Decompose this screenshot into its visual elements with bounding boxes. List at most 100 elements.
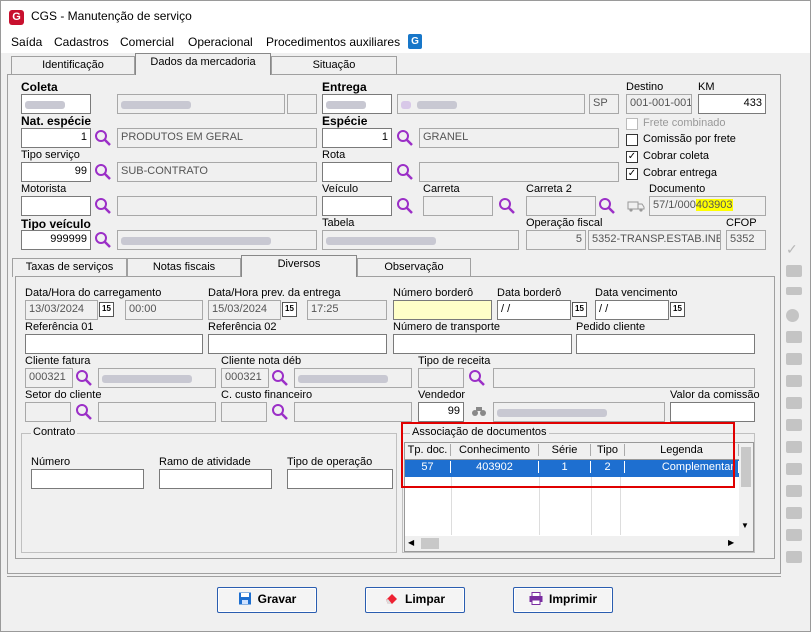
ciot-icon[interactable]: [786, 287, 802, 295]
gravar-button[interactable]: Gravar: [217, 587, 317, 613]
motorista-code-input[interactable]: [21, 196, 91, 216]
tipo-operacao-input[interactable]: [287, 469, 393, 489]
tab-observacao[interactable]: Observação: [357, 258, 471, 277]
puzzle-icon[interactable]: [786, 441, 802, 453]
gear-icon[interactable]: [786, 551, 802, 563]
coleta-code-input[interactable]: [21, 94, 91, 114]
tipo-veiculo-code-input[interactable]: 999999: [21, 230, 91, 250]
tipo-servico-code-input[interactable]: 99: [21, 162, 91, 182]
tab-identificacao[interactable]: Identificação: [11, 56, 135, 75]
search-icon[interactable]: [75, 403, 93, 421]
scroll-left-icon[interactable]: ◀: [408, 538, 414, 547]
layers-icon[interactable]: [786, 529, 802, 541]
horizontal-scrollbar[interactable]: [405, 536, 753, 551]
tipo-receita-desc-field: [493, 368, 755, 388]
comissao-frete-checkbox[interactable]: [626, 134, 638, 146]
documento-label: Documento: [649, 183, 706, 195]
menu-comercial[interactable]: Comercial: [120, 35, 174, 49]
toolbar-icon[interactable]: [786, 265, 802, 277]
circle-icon[interactable]: [786, 309, 799, 322]
rota-code-input[interactable]: [322, 162, 392, 182]
tabela-label: Tabela: [322, 217, 355, 229]
search-icon[interactable]: [498, 197, 516, 215]
km-label: KM: [698, 81, 715, 93]
scroll-right-icon[interactable]: ▶: [728, 538, 734, 547]
numero-bordero-input[interactable]: [393, 300, 492, 320]
search-icon[interactable]: [396, 163, 414, 181]
dt-carregamento-label: Data/Hora do carregamento: [25, 287, 162, 299]
tipo-receita-code-field: [418, 368, 464, 388]
copy-icon[interactable]: [786, 375, 802, 387]
calendar-icon[interactable]: 15: [99, 302, 114, 317]
setor-cliente-label: Setor do cliente: [25, 389, 102, 401]
calendar-icon[interactable]: 15: [572, 302, 587, 317]
imprimir-button[interactable]: Imprimir: [513, 587, 613, 613]
hand-icon[interactable]: [786, 397, 802, 409]
veiculo-input[interactable]: [322, 196, 392, 216]
menu-saida[interactable]: Saída: [11, 35, 42, 49]
search-icon[interactable]: [396, 197, 414, 215]
stack-icon[interactable]: [786, 419, 802, 431]
search-icon[interactable]: [94, 197, 112, 215]
especie-code-input[interactable]: 1: [322, 128, 392, 148]
search-icon[interactable]: [396, 129, 414, 147]
data-bordero-input[interactable]: / /: [497, 300, 571, 320]
pedido-cliente-input[interactable]: [576, 334, 755, 354]
km-input[interactable]: 433: [698, 94, 766, 114]
tab-diversos[interactable]: Diversos: [241, 255, 357, 277]
vendedor-code-input[interactable]: 99: [418, 402, 464, 422]
calendar-icon[interactable]: 15: [282, 302, 297, 317]
settings-icon[interactable]: [786, 463, 802, 475]
search-icon[interactable]: [271, 369, 289, 387]
binoculars-icon[interactable]: [471, 404, 487, 418]
menu-procedimentos[interactable]: Procedimentos auxiliares: [266, 35, 400, 49]
eraser-icon: [385, 590, 399, 604]
search-icon[interactable]: [94, 129, 112, 147]
menu-cadastros[interactable]: Cadastros: [54, 35, 109, 49]
truck-side-icon[interactable]: [786, 485, 802, 497]
referencia01-input[interactable]: [25, 334, 203, 354]
search-icon[interactable]: [598, 197, 616, 215]
numero-transporte-input[interactable]: [393, 334, 572, 354]
tab-notas-fiscais[interactable]: Notas fiscais: [127, 258, 241, 277]
search-icon[interactable]: [75, 369, 93, 387]
search-icon[interactable]: [94, 163, 112, 181]
custo-financeiro-code-field: [221, 402, 267, 422]
entrega-name-field: [397, 94, 585, 114]
tag-icon[interactable]: [786, 331, 802, 343]
tab-dados-mercadoria[interactable]: Dados da mercadoria: [135, 53, 271, 75]
divider: [7, 576, 781, 577]
calendar-icon[interactable]: 15: [670, 302, 685, 317]
cfop-label: CFOP: [726, 217, 757, 229]
cobrar-entrega-checkbox[interactable]: ✓: [626, 168, 638, 180]
entrega-label: Entrega: [322, 80, 367, 94]
tab-situacao[interactable]: Situação: [271, 56, 397, 75]
menu-operacional[interactable]: Operacional: [188, 35, 253, 49]
tab-taxas-servicos[interactable]: Taxas de serviços: [12, 258, 127, 277]
especie-desc-field: GRANEL: [419, 128, 619, 148]
nat-especie-code-input[interactable]: 1: [21, 128, 91, 148]
cobrar-coleta-checkbox[interactable]: ✓: [626, 151, 638, 163]
entrega-code-input[interactable]: [322, 94, 392, 114]
tipo-operacao-label: Tipo de operação: [287, 456, 373, 468]
valor-comissao-input[interactable]: [670, 402, 755, 422]
arrow-doc-icon[interactable]: [786, 353, 802, 365]
book-icon[interactable]: [786, 507, 802, 519]
contrato-numero-input[interactable]: [31, 469, 144, 489]
limpar-button[interactable]: Limpar: [365, 587, 465, 613]
scroll-thumb[interactable]: [741, 447, 751, 487]
data-vencimento-input[interactable]: / /: [595, 300, 669, 320]
search-icon[interactable]: [94, 231, 112, 249]
scroll-down-icon[interactable]: ▼: [741, 521, 749, 530]
cliente-nota-label: Cliente nota déb: [221, 355, 302, 367]
imprimir-label: Imprimir: [548, 592, 597, 606]
ramo-atividade-input[interactable]: [159, 469, 272, 489]
hscroll-thumb[interactable]: [421, 538, 439, 549]
menu-app-icon[interactable]: G: [408, 34, 422, 49]
search-icon[interactable]: [271, 403, 289, 421]
referencia02-input[interactable]: [208, 334, 387, 354]
check-icon[interactable]: ✓: [786, 241, 798, 258]
nat-especie-desc-field: PRODUTOS EM GERAL: [117, 128, 317, 148]
search-icon[interactable]: [468, 369, 486, 387]
destino-field: 001-001-001: [626, 94, 692, 114]
